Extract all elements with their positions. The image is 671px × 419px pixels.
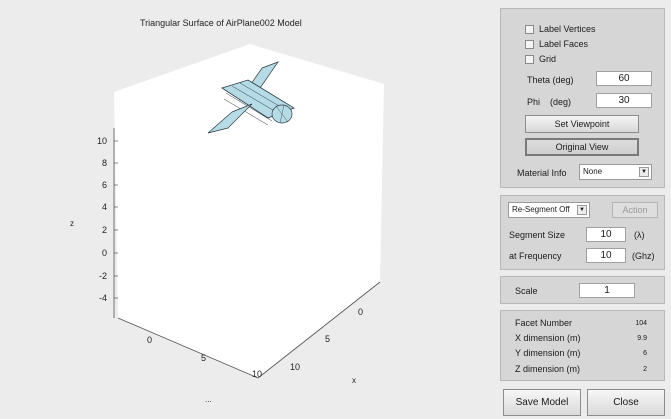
scale-label: Scale [515, 286, 538, 296]
z-tick-label: -2 [99, 271, 107, 281]
close-button[interactable]: Close [587, 389, 665, 416]
x-tick-label: 5 [325, 334, 330, 344]
z-tick-label: 10 [97, 136, 107, 146]
z-tick-label: 0 [102, 248, 107, 258]
facet-number-label: Facet Number [515, 318, 573, 328]
label-vertices-option[interactable]: Label Vertices [525, 24, 596, 34]
z-dimension-value: 2 [643, 366, 647, 373]
z-tick-label: 6 [102, 180, 107, 190]
plot-title: Triangular Surface of AirPlane002 Model [140, 18, 302, 28]
phi-label: Phi (deg) [527, 97, 572, 107]
facet-number-value: 104 [635, 320, 647, 327]
segment-size-unit: (λ) [634, 230, 645, 240]
label-vertices-checkbox[interactable] [525, 24, 534, 34]
z-tick-label: -4 [99, 293, 107, 303]
x-axis-label: x [352, 376, 356, 385]
y-dimension-label: Y dimension (m) [515, 348, 581, 358]
label-faces-label: Label Faces [539, 39, 589, 49]
x-tick-label: 10 [290, 362, 300, 372]
z-ticks: 10 8 6 4 2 0 -2 -4 z [70, 136, 118, 303]
resegment-select-value: Re-Segment Off [512, 205, 570, 214]
save-model-button[interactable]: Save Model [503, 389, 581, 416]
plot-canvas[interactable]: 10 8 6 4 2 0 -2 -4 z 0 5 10 ... 0 5 10 x [0, 0, 496, 419]
x-dimension-value: 9.9 [637, 335, 647, 342]
scale-panel: Scale 1 [500, 276, 665, 304]
frequency-label: at Frequency [509, 251, 562, 261]
material-select-value: None [583, 167, 603, 176]
resegment-select[interactable]: Re-Segment Off ▼ [508, 202, 590, 218]
z-dimension-label: Z dimension (m) [515, 364, 581, 374]
theta-field[interactable]: 60 [596, 71, 652, 86]
y-tick-label: 5 [201, 353, 206, 363]
z-tick-label: 2 [102, 225, 107, 235]
segment-panel: Re-Segment Off ▼ Action Segment Size 10 … [500, 195, 665, 270]
grid-checkbox[interactable] [525, 54, 534, 64]
frequency-unit: (Ghz) [632, 251, 655, 261]
segment-size-label: Segment Size [509, 230, 566, 240]
chevron-down-icon[interactable]: ▼ [639, 167, 649, 177]
label-vertices-label: Label Vertices [539, 24, 596, 34]
y-tick-label: 0 [147, 335, 152, 345]
view-panel: Label Vertices Label Faces Grid Theta (d… [500, 8, 665, 188]
plot-area: 10 8 6 4 2 0 -2 -4 z 0 5 10 ... 0 5 10 x… [0, 0, 496, 419]
theta-label: Theta (deg) [527, 75, 574, 85]
label-faces-option[interactable]: Label Faces [525, 39, 588, 49]
y-dimension-value: 6 [643, 350, 647, 357]
grid-option[interactable]: Grid [525, 54, 556, 64]
chevron-down-icon[interactable]: ▼ [577, 205, 587, 215]
segment-size-field[interactable]: 10 [586, 227, 626, 242]
original-view-button[interactable]: Original View [525, 138, 639, 156]
frequency-field[interactable]: 10 [586, 248, 626, 263]
phi-field[interactable]: 30 [596, 93, 652, 108]
label-faces-checkbox[interactable] [525, 39, 534, 49]
x-tick-label: 0 [358, 307, 363, 317]
grid-label: Grid [539, 54, 557, 64]
info-panel: Facet Number 104 X dimension (m) 9.9 Y d… [500, 310, 665, 381]
material-label: Material Info [517, 168, 567, 178]
material-select[interactable]: None ▼ [579, 164, 652, 180]
set-viewpoint-button[interactable]: Set Viewpoint [525, 115, 639, 133]
action-button[interactable]: Action [612, 202, 658, 218]
x-dimension-label: X dimension (m) [515, 333, 581, 343]
y-tick-label: 10 [252, 369, 262, 379]
z-tick-label: 8 [102, 158, 107, 168]
z-tick-label: 4 [102, 202, 107, 212]
y-axis-label: ... [205, 395, 212, 404]
scale-field[interactable]: 1 [579, 283, 635, 298]
z-axis-label: z [70, 219, 74, 228]
